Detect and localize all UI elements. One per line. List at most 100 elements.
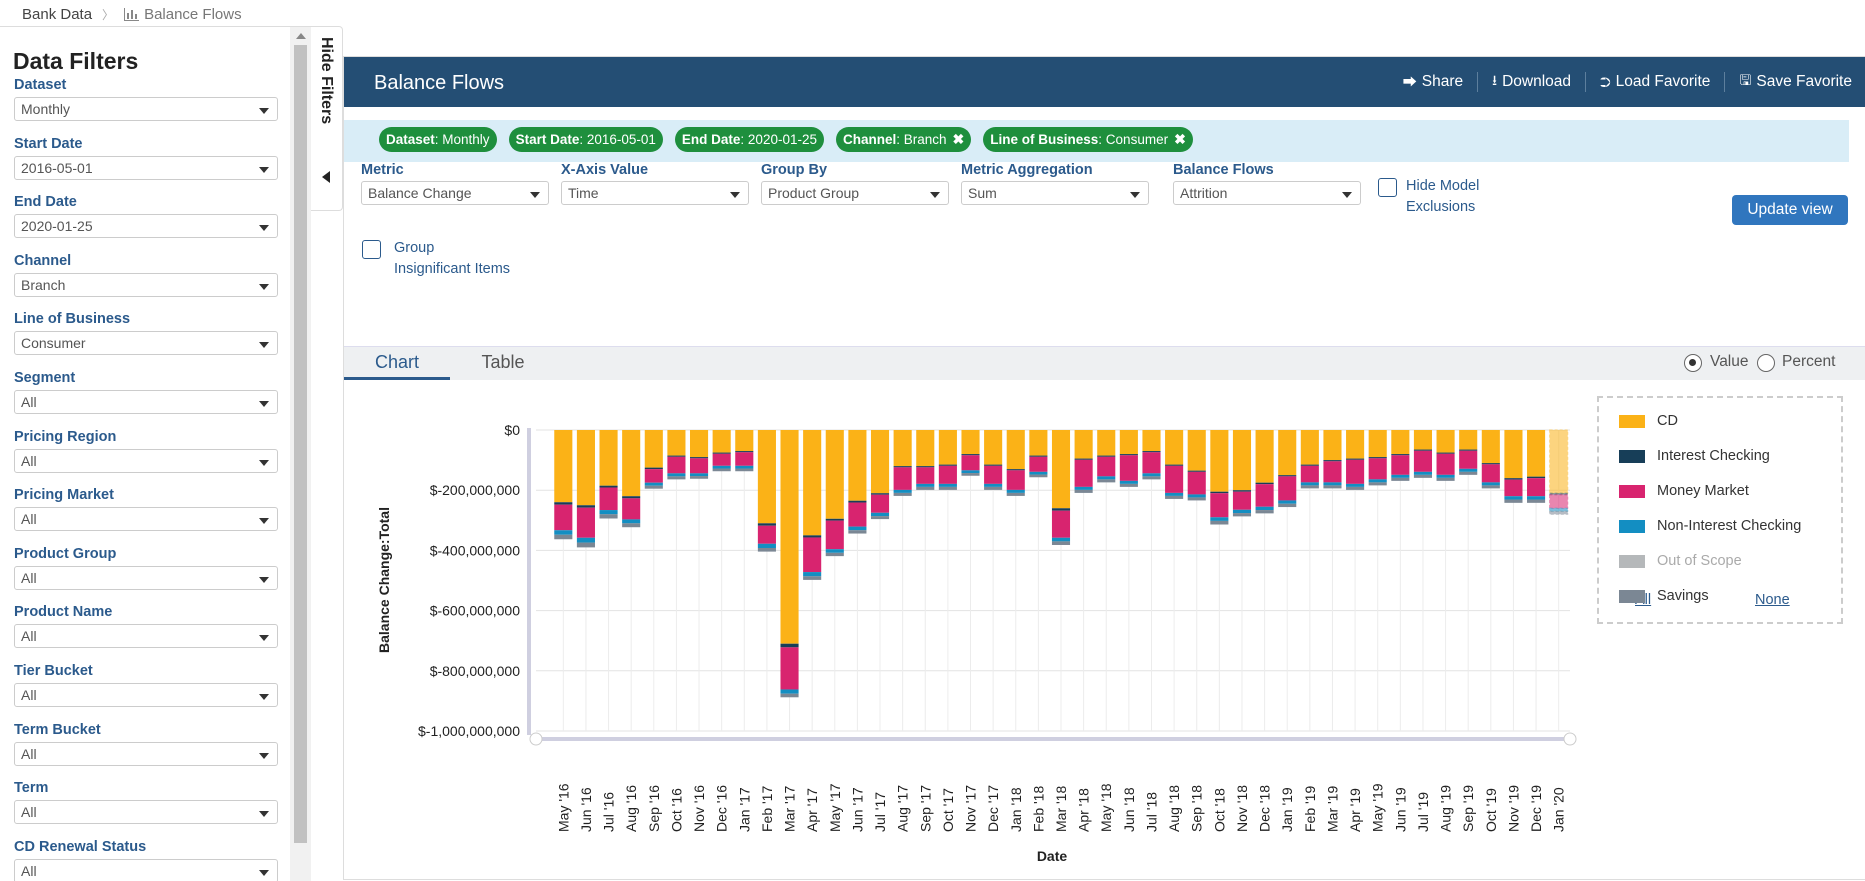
bar-segment — [1346, 430, 1365, 459]
bar-segment — [1074, 486, 1093, 490]
bar-segment — [1210, 430, 1229, 492]
bar-segment — [1436, 477, 1455, 481]
bar-segment — [848, 430, 867, 501]
bar-segment — [1504, 496, 1523, 500]
bar-segment — [893, 489, 912, 493]
bar-segment — [1549, 510, 1569, 515]
x-tick-label: Aug '16 — [623, 785, 639, 832]
x-tick-label: Apr '19 — [1347, 788, 1363, 832]
bar-segment — [644, 430, 663, 468]
x-tick-label: Jul '18 — [1143, 792, 1159, 832]
x-tick-label: Apr '17 — [804, 788, 820, 832]
bar-segment — [1278, 476, 1297, 501]
bar-segment — [1097, 456, 1116, 477]
bar-segment — [554, 530, 573, 535]
bar-segment — [1323, 482, 1342, 486]
bar-segment — [1187, 471, 1206, 495]
bar-segment — [1459, 449, 1478, 451]
bar-segment — [599, 430, 618, 486]
bar-segment — [554, 502, 573, 505]
bar-segment — [961, 473, 980, 476]
bar-segment — [1436, 430, 1455, 453]
bar-segment — [1278, 503, 1297, 508]
bar-segment — [1210, 517, 1229, 521]
bar-segment — [1413, 430, 1433, 450]
bar-segment — [1006, 430, 1025, 470]
bar-segment — [644, 485, 663, 489]
bar-segment — [667, 455, 686, 457]
bar-segment — [984, 430, 1003, 465]
x-tick-label: Nov '19 — [1505, 785, 1521, 832]
bar-segment — [689, 473, 709, 477]
x-tick-label: Aug '18 — [1166, 785, 1182, 832]
x-axis-title: Date — [1037, 848, 1068, 864]
bar-segment — [1232, 430, 1252, 491]
bar-segment — [1097, 430, 1116, 456]
bar-segment — [961, 455, 980, 471]
bar-segment — [984, 483, 1003, 487]
bar-segment — [803, 430, 822, 536]
bar-segment — [735, 465, 754, 469]
x-tick-label: Dec '17 — [985, 785, 1001, 832]
bar-segment — [938, 464, 957, 466]
x-tick-label: May '19 — [1370, 783, 1386, 832]
bar-segment — [1391, 474, 1410, 478]
bar-segment — [1459, 450, 1478, 469]
bar-segment — [1097, 476, 1116, 480]
x-tick-label: Dec '16 — [714, 785, 730, 832]
bar-segment — [780, 647, 799, 690]
y-tick-label: $-600,000,000 — [430, 603, 521, 619]
bar-segment — [1346, 459, 1365, 484]
bar-segment — [599, 514, 618, 519]
bar-segment — [1346, 486, 1365, 490]
bar-segment — [1119, 483, 1138, 487]
bar-segment — [622, 523, 641, 528]
bar-segment — [712, 453, 731, 466]
bar-segment — [848, 530, 867, 534]
bar-segment — [1187, 494, 1206, 498]
bar-segment — [1210, 520, 1229, 525]
bar-segment — [938, 465, 957, 484]
bar-segment — [1323, 460, 1342, 462]
balance-change-chart: $0 $-200,000,000 $-400,000,000 $-600,000,00… — [376, 422, 1577, 864]
x-tick-label: Sep '16 — [646, 785, 662, 832]
bar-segment — [1187, 430, 1206, 471]
bar-segment — [1481, 430, 1500, 464]
bar-segment — [1549, 429, 1569, 494]
bar-segment — [893, 467, 912, 490]
x-tick-label: Jun '18 — [1121, 787, 1137, 832]
bar-segment — [599, 485, 618, 488]
bar-segment — [599, 510, 618, 515]
bar-segment — [870, 430, 890, 494]
bar-segment — [1232, 490, 1252, 492]
bar-segment — [1300, 482, 1319, 486]
bar-segment — [1527, 478, 1546, 497]
bar-segment — [825, 552, 844, 557]
bar-segment — [1255, 510, 1274, 514]
bar-segment — [576, 505, 595, 508]
bar-segment — [1051, 537, 1071, 542]
bar-segment — [916, 486, 935, 490]
y-axis-range-bar — [527, 428, 531, 735]
x-tick-label: Oct '19 — [1483, 788, 1499, 832]
x-tick-label: Dec '18 — [1257, 785, 1273, 832]
bar-segment — [1549, 494, 1569, 509]
bar-segment — [1346, 458, 1365, 460]
bar-segment — [1481, 485, 1500, 489]
y-axis-title: Balance Change:Total — [376, 507, 392, 653]
bar-segment — [576, 542, 595, 548]
x-tick-label: Dec '19 — [1528, 785, 1544, 832]
x-tick-label: Apr '18 — [1076, 788, 1092, 832]
bar-segment — [1300, 465, 1319, 483]
bar-segment — [916, 483, 935, 487]
bar-segment — [1255, 482, 1274, 485]
x-tick-label: Aug '17 — [895, 785, 911, 832]
bar-segment — [622, 519, 641, 524]
bar-segment — [757, 543, 776, 548]
bar-segment — [554, 504, 573, 531]
bar-segment — [916, 466, 935, 468]
bar-segment — [1278, 430, 1297, 476]
bar-segment — [961, 470, 980, 474]
bar-segment — [780, 689, 799, 694]
bar-segment — [1278, 475, 1297, 477]
